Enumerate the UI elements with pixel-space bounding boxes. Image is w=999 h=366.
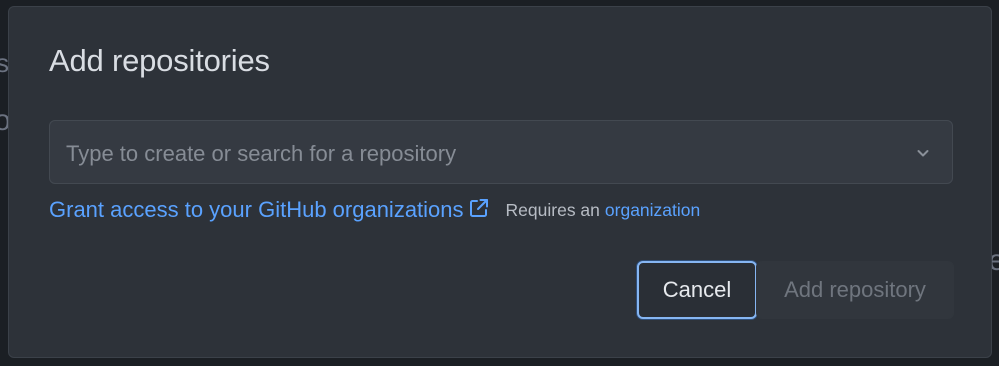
organization-link[interactable]: organization	[605, 200, 700, 221]
add-repositories-dialog: Add repositories Type to create or searc…	[8, 6, 992, 358]
add-repository-button[interactable]: Add repository	[756, 261, 954, 319]
cancel-button[interactable]: Cancel	[637, 261, 757, 319]
chevron-down-icon[interactable]	[914, 144, 932, 162]
requires-organization-text: Requires an	[505, 199, 600, 220]
repository-search-combobox[interactable]: Type to create or search for a repositor…	[49, 120, 953, 184]
grant-access-link[interactable]: Grant access to your GitHub organization…	[49, 197, 464, 223]
grant-access-row: Grant access to your GitHub organization…	[49, 195, 700, 225]
external-link-icon[interactable]	[468, 197, 490, 219]
dialog-title: Add repositories	[49, 43, 270, 78]
repository-search-placeholder: Type to create or search for a repositor…	[66, 141, 457, 166]
